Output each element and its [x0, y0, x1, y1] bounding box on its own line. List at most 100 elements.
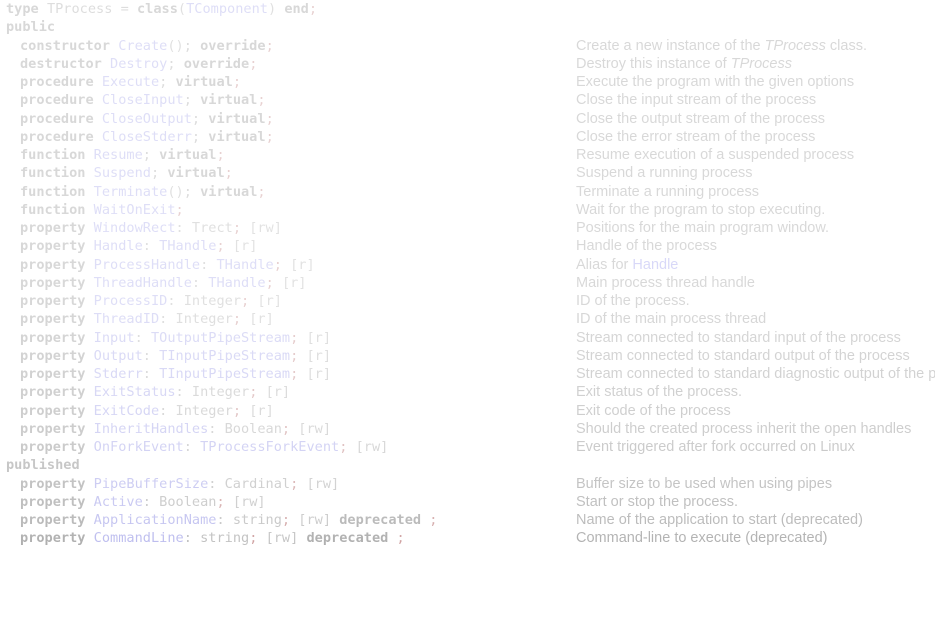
member-description: Destroy this instance of TProcess	[576, 55, 792, 73]
declaration-code: property Input: TOutputPipeStream; [r]	[20, 329, 331, 347]
code-token: procedure	[20, 128, 94, 145]
description-text: Exit status of the process.	[576, 384, 743, 401]
declaration-row: procedure Execute; virtual; Execute the p…	[0, 73, 935, 91]
code-token: end	[284, 1, 309, 17]
code-token: property	[20, 329, 86, 346]
code-token: override	[183, 55, 250, 72]
identifier-link[interactable]: THandle	[208, 275, 265, 291]
identifier-link[interactable]: ApplicationName	[94, 512, 217, 528]
identifier-link[interactable]: Resume	[94, 147, 143, 163]
declaration-code: destructor Destroy; override;	[20, 55, 257, 73]
identifier-link[interactable]: CommandLine	[94, 530, 184, 546]
code-token: Trect	[191, 220, 233, 236]
code-token: ;	[265, 110, 274, 127]
description-text: Wait for the program to stop executing.	[576, 201, 826, 218]
identifier-link[interactable]: Terminate	[94, 184, 168, 200]
code-token: procedure	[20, 92, 94, 109]
description-text: Suspend a running process	[576, 165, 753, 182]
description-text: Stream connected to standard input of th…	[576, 329, 901, 346]
code-token: [r]	[232, 238, 258, 255]
identifier-link[interactable]: TComponent	[186, 1, 268, 17]
code-token: Integer	[175, 311, 233, 328]
declaration-row: property Active: Boolean; [rw] Start or s…	[0, 493, 935, 511]
code-token: ;	[273, 256, 282, 273]
description-text: Exit code of the process	[576, 402, 731, 419]
code-token: property	[20, 512, 86, 528]
code-token: :	[216, 512, 233, 528]
code-token: published	[6, 457, 80, 474]
code-token: property	[20, 366, 86, 382]
code-token: property	[20, 530, 86, 547]
identifier-link[interactable]: CloseOutput	[102, 111, 192, 127]
identifier-link[interactable]: TProcessForkEvent	[200, 439, 339, 455]
identifier-link[interactable]: Suspend	[94, 165, 151, 181]
declaration-code: function Resume; virtual;	[20, 146, 225, 164]
code-token: )	[267, 1, 277, 17]
identifier-link[interactable]: ExitCode	[94, 403, 159, 419]
declaration-code: function WaitOnExit;	[20, 201, 184, 219]
declaration-row: destructor Destroy; override; Destroy thi…	[0, 55, 935, 73]
identifier-link[interactable]: CloseInput	[102, 92, 184, 108]
code-token: [r]	[265, 384, 291, 401]
identifier-link[interactable]: ProcessHandle	[94, 257, 200, 273]
emphasis-text: TProcess	[730, 55, 792, 72]
description-text: Name of the application to start (deprec…	[576, 512, 863, 528]
identifier-link[interactable]: PipeBufferSize	[94, 476, 209, 492]
code-token: [r]	[306, 366, 332, 382]
identifier-link[interactable]: InheritHandles	[94, 421, 209, 437]
identifier-link[interactable]: Active	[94, 494, 143, 510]
code-token: ;	[216, 493, 225, 510]
identifier-link[interactable]: TInputPipeStream	[159, 348, 290, 364]
declaration-code: property ThreadHandle: THandle; [r]	[20, 274, 307, 292]
identifier-link[interactable]: Destroy	[110, 56, 167, 72]
description-text: ID of the process.	[576, 293, 690, 309]
identifier-link[interactable]: OnForkEvent	[94, 439, 184, 455]
declaration-row: property Input: TOutputPipeStream; [r] St…	[0, 329, 935, 347]
description-text: Positions for the main program window.	[576, 220, 830, 236]
identifier-link[interactable]: Stderr	[94, 366, 143, 382]
description-link[interactable]: Handle	[632, 257, 678, 273]
declaration-row: property ApplicationName: string; [rw] d…	[0, 511, 935, 529]
declaration-row: property ProcessHandle: THandle; [r] Alia…	[0, 256, 935, 274]
code-token: ;	[232, 311, 242, 328]
member-description: Execute the program with the given optio…	[576, 73, 854, 91]
identifier-link[interactable]: THandle	[159, 238, 216, 254]
code-token: :	[142, 238, 160, 255]
identifier-link[interactable]: Input	[94, 330, 135, 346]
member-description: Close the input stream of the process	[576, 91, 816, 109]
declaration-rows: type TProcess = class(TComponent) end; pu…	[0, 0, 935, 548]
code-token: ;	[224, 165, 233, 182]
member-description: Start or stop the process.	[576, 493, 738, 511]
identifier-link[interactable]: Output	[94, 348, 143, 364]
identifier-link[interactable]: WaitOnExit	[94, 202, 176, 218]
identifier-link[interactable]: ProcessID	[94, 293, 168, 309]
identifier-link[interactable]: WindowRect	[94, 220, 176, 236]
code-token: property	[20, 420, 86, 437]
code-token: :	[208, 475, 225, 492]
identifier-link[interactable]: Create	[118, 38, 167, 54]
identifier-link[interactable]: Execute	[102, 74, 159, 90]
identifier-link[interactable]: ExitStatus	[94, 384, 176, 400]
code-token: property	[20, 475, 86, 492]
identifier-link[interactable]: TOutputPipeStream	[151, 330, 290, 346]
identifier-link[interactable]: ThreadID	[94, 311, 159, 327]
identifier-link[interactable]: THandle	[216, 257, 273, 273]
identifier-link[interactable]: TInputPipeStream	[159, 366, 290, 382]
code-token: virtual	[167, 165, 225, 182]
identifier-link[interactable]: Handle	[94, 238, 143, 254]
identifier-link[interactable]: CloseStderr	[102, 129, 192, 145]
declaration-code: property WindowRect: Trect; [rw]	[20, 219, 282, 237]
identifier-link[interactable]: ThreadHandle	[94, 275, 192, 291]
